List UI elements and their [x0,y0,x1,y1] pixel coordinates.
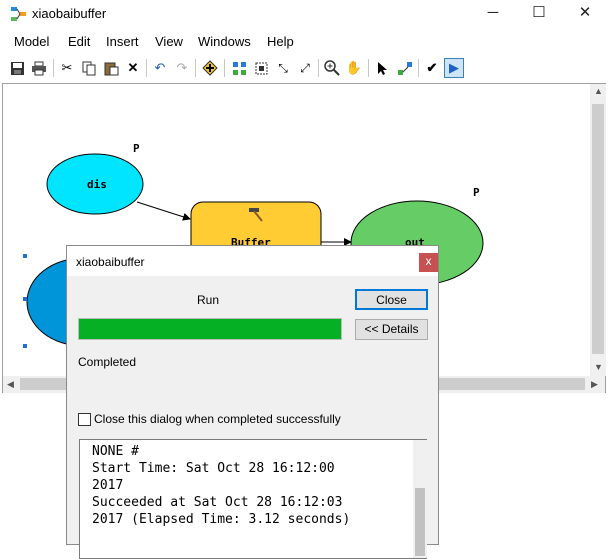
menu-bar: Model Edit Insert View Windows Help [0,32,608,52]
scroll-right-arrow-icon[interactable]: ▶ [591,379,598,390]
maximize-button[interactable]: ☐ [516,0,562,28]
run-label: Run [197,293,220,307]
log-line: Succeeded at Sat Oct 28 16:12:03 [92,495,343,510]
add-data-icon[interactable] [200,58,220,78]
delete-icon[interactable]: ✕ [123,58,143,78]
full-extent-icon[interactable] [251,58,271,78]
select-icon[interactable] [373,58,393,78]
zoom-out-fixed-icon[interactable]: ⤢ [295,58,315,78]
log-line: Start Time: Sat Oct 28 16:12:00 [92,461,335,476]
message-log[interactable]: NONE # Start Time: Sat Oct 28 16:12:00 2… [79,439,427,559]
param-marker-dis: P [133,142,140,155]
undo-icon[interactable]: ↶ [150,58,170,78]
auto-layout-icon[interactable] [229,58,249,78]
cut-icon[interactable]: ✂ [57,58,77,78]
vertical-scrollbar[interactable]: ▲ ▼ [590,84,606,376]
menu-view[interactable]: View [155,34,183,49]
connect-icon[interactable] [395,58,415,78]
selection-handle[interactable] [23,344,27,348]
log-line: 2017 [92,478,124,493]
minimize-button[interactable]: ─ [470,0,516,28]
title-bar: xiaobaibuffer ─ ☐ ✕ [0,0,608,28]
details-button[interactable]: << Details [355,319,428,340]
param-marker-out: P [473,186,480,199]
run-icon[interactable]: ▶ [444,58,464,78]
close-on-complete-label: Close this dialog when completed success… [94,412,341,426]
close-on-complete-checkbox[interactable] [78,413,91,426]
toolbar: ✂ ✕ ↶ ↷ ⤡ ⤢ ✋ ✔ ▶ [0,54,608,82]
menu-insert[interactable]: Insert [106,34,139,49]
log-scroll-thumb[interactable] [415,488,425,556]
scroll-down-arrow-icon[interactable]: ▼ [594,362,603,372]
dialog-title: xiaobaibuffer [76,255,145,269]
selection-handle[interactable] [23,297,27,301]
status-text: Completed [78,355,137,369]
progress-bar-fill [79,319,341,339]
dialog-close-button[interactable]: x [419,253,438,272]
progress-bar [78,318,342,340]
close-button[interactable]: Close [355,289,428,310]
menu-edit[interactable]: Edit [68,34,90,49]
close-window-button[interactable]: ✕ [562,0,608,28]
vertical-scroll-thumb[interactable] [592,104,604,354]
zoom-in-fixed-icon[interactable]: ⤡ [273,58,293,78]
validate-icon[interactable]: ✔ [422,58,442,78]
selection-handle[interactable] [23,254,27,258]
menu-model[interactable]: Model [14,34,49,49]
scroll-up-arrow-icon[interactable]: ▲ [594,86,603,96]
menu-windows[interactable]: Windows [198,34,251,49]
paste-icon[interactable] [101,58,121,78]
log-line: 2017 (Elapsed Time: 3.12 seconds) [92,512,351,527]
window-title: xiaobaibuffer [32,6,107,21]
copy-icon[interactable] [79,58,99,78]
progress-dialog: xiaobaibuffer x Run Close << Details Com… [66,245,439,559]
scroll-left-arrow-icon[interactable]: ◀ [7,379,14,390]
log-line: NONE # [92,444,139,459]
menu-help[interactable]: Help [267,34,294,49]
print-icon[interactable] [29,58,49,78]
save-icon[interactable] [7,58,27,78]
node-label-dis: dis [87,178,107,191]
pan-icon[interactable]: ✋ [344,58,364,78]
dialog-title-bar: xiaobaibuffer x [67,246,438,276]
redo-icon[interactable]: ↷ [172,58,192,78]
log-scrollbar[interactable] [413,440,427,558]
zoom-in-icon[interactable] [322,58,342,78]
connector-dis-buffer [136,201,191,221]
model-builder-icon [11,7,26,21]
